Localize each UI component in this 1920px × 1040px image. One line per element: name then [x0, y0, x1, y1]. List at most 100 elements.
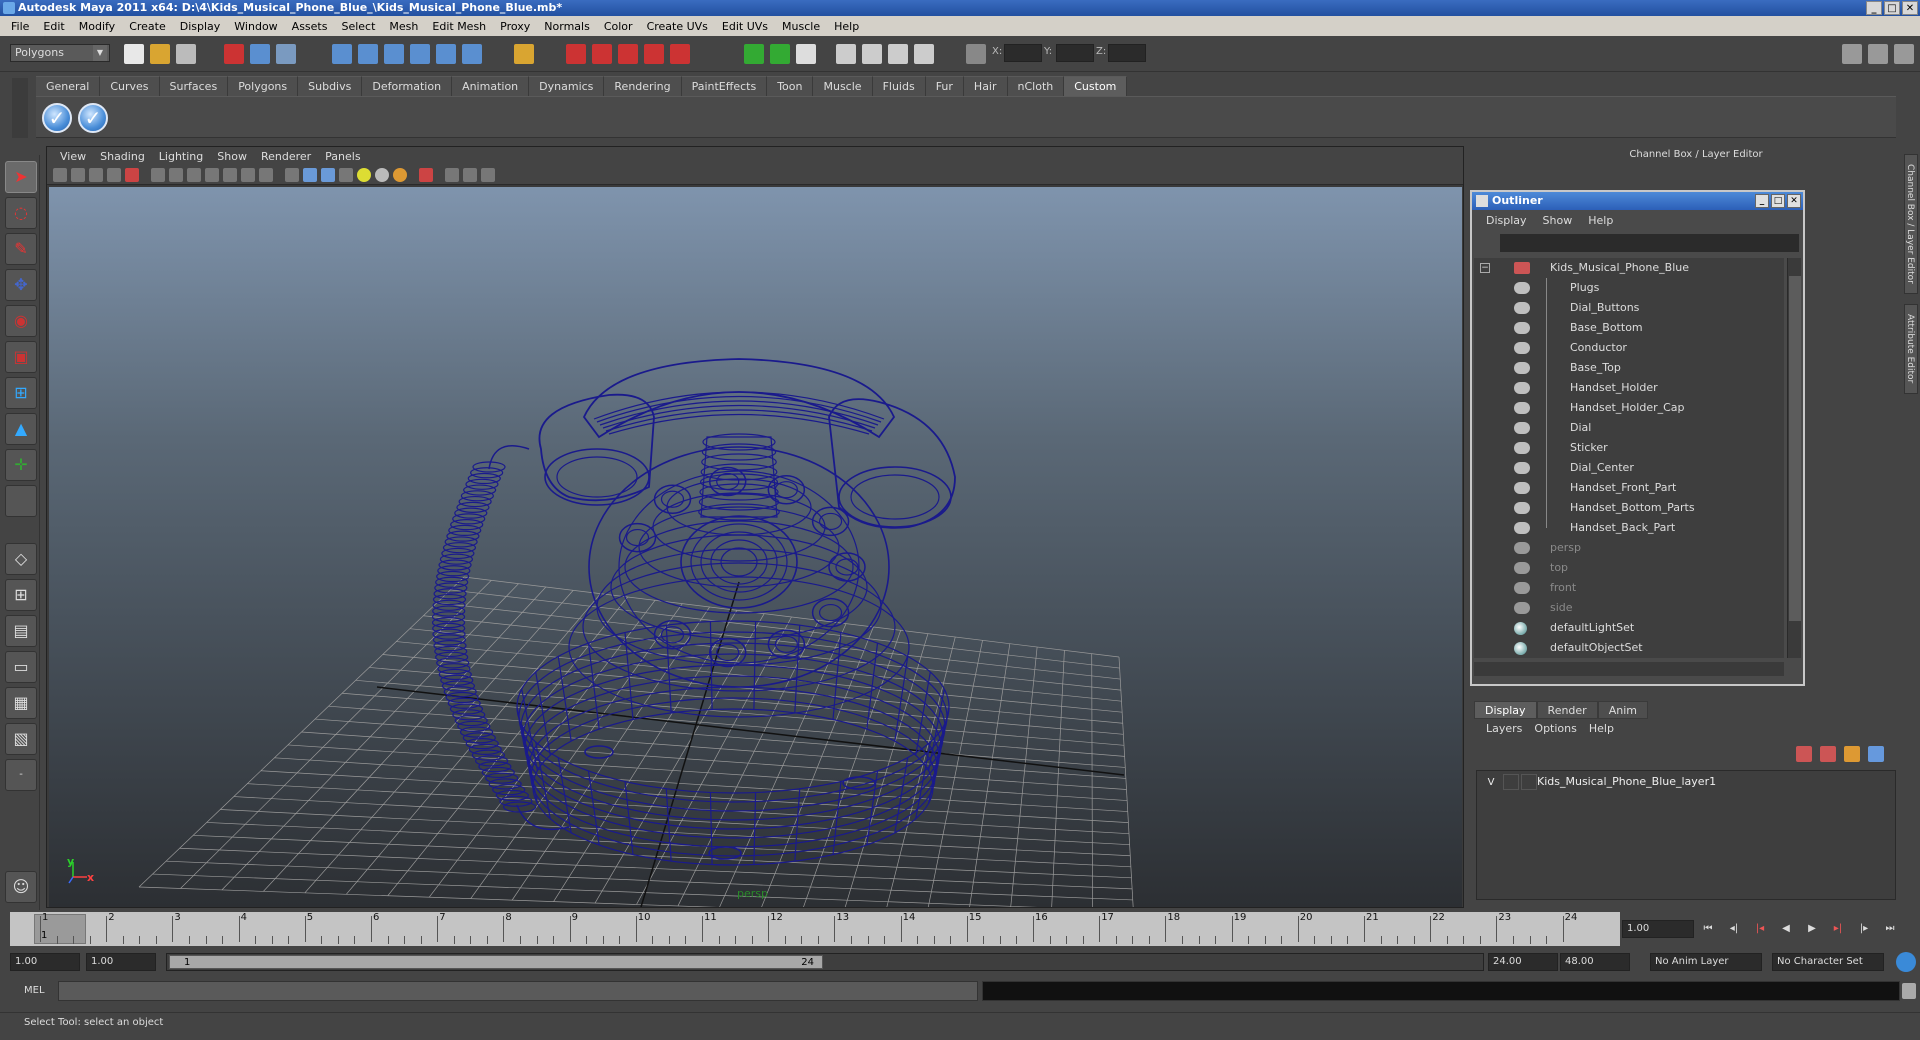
checkmark-icon[interactable]: ✓ [78, 103, 108, 133]
script-icon[interactable] [888, 44, 908, 64]
outliner-menu-help[interactable]: Help [1580, 214, 1621, 227]
menu-display[interactable]: Display [173, 20, 228, 33]
outliner-child-item[interactable]: Handset_Bottom_Parts [1474, 498, 1784, 518]
persp-graph-layout-icon[interactable]: ▭ [5, 651, 37, 683]
script-language-label[interactable]: MEL [10, 983, 56, 999]
layer-row[interactable]: V Kids_Musical_Phone_Blue_layer1 [1477, 773, 1895, 791]
checkmark-icon[interactable]: ✓ [42, 103, 72, 133]
menu-proxy[interactable]: Proxy [493, 20, 537, 33]
scale-tool-icon[interactable]: ▣ [5, 341, 37, 373]
xray-icon[interactable] [445, 168, 459, 182]
move-layer-down-icon[interactable] [1820, 746, 1836, 762]
new-layer-from-selection-icon[interactable] [1868, 746, 1884, 762]
outliner-scrollbar[interactable] [1787, 258, 1801, 658]
outliner-child-item[interactable]: Conductor [1474, 338, 1784, 358]
auto-key-icon[interactable] [1896, 952, 1916, 972]
select-by-hierarchy-icon[interactable] [224, 44, 244, 64]
snap-plane-icon[interactable] [410, 44, 430, 64]
time-slider[interactable]: 1 1 2 3 4 5 6 7 8 9 10 11 12 13 14 15 16 17 18 19 20 21 22 23 24 [10, 912, 1620, 946]
anim-layer-dropdown[interactable]: No Anim Layer [1650, 953, 1762, 971]
last-tool-icon[interactable] [5, 485, 37, 517]
shelf-tab-deformation[interactable]: Deformation [362, 76, 453, 96]
graph-icon[interactable] [862, 44, 882, 64]
grease-pencil-icon[interactable] [125, 168, 139, 182]
render-frame-icon[interactable] [592, 44, 612, 64]
wireframe-on-shaded-icon[interactable] [321, 168, 335, 182]
range-slider[interactable]: 1 24 [166, 953, 1484, 971]
more-layouts-icon[interactable]: - [5, 759, 37, 791]
textured-icon[interactable] [339, 168, 353, 182]
outliner-camera-item[interactable]: side [1474, 598, 1784, 618]
menu-mesh[interactable]: Mesh [382, 20, 425, 33]
range-slider-handle[interactable]: 1 24 [169, 955, 823, 969]
perspective-viewport[interactable]: y x persp [49, 187, 1462, 907]
shelf-tab-surfaces[interactable]: Surfaces [159, 76, 229, 96]
soft-modification-icon[interactable]: ▲ [5, 413, 37, 445]
make-live-icon[interactable] [436, 44, 456, 64]
shelf-tab-dynamics[interactable]: Dynamics [529, 76, 605, 96]
ipr-render-icon[interactable] [618, 44, 638, 64]
viewport-menu-view[interactable]: View [53, 150, 93, 163]
select-by-component-icon[interactable] [276, 44, 296, 64]
side-tab-channel-box[interactable]: Channel Box / Layer Editor [1904, 154, 1918, 294]
transform-mode-icon[interactable] [966, 44, 986, 64]
step-forward-frame-icon[interactable]: ▸| [1830, 922, 1846, 936]
shelf-tab-polygons[interactable]: Polygons [228, 76, 299, 96]
menu-set-dropdown[interactable]: Polygons ▼ [10, 44, 110, 62]
lasso-tool-icon[interactable]: ◌ [5, 197, 37, 229]
safe-action-icon[interactable] [241, 168, 255, 182]
outliner-set-item[interactable]: defaultObjectSet [1474, 638, 1784, 658]
open-scene-icon[interactable] [150, 44, 170, 64]
save-scene-icon[interactable] [176, 44, 196, 64]
menu-normals[interactable]: Normals [537, 20, 597, 33]
layer-tab-render[interactable]: Render [1536, 701, 1598, 719]
gate-mask-icon[interactable] [205, 168, 219, 182]
playback-start-field[interactable]: 1.00 [86, 953, 156, 971]
outliner-child-item[interactable]: Handset_Front_Part [1474, 478, 1784, 498]
film-gate-icon[interactable] [169, 168, 183, 182]
viewport-menu-lighting[interactable]: Lighting [152, 150, 210, 163]
hypergraph-icon[interactable] [914, 44, 934, 64]
image-plane-icon[interactable] [107, 168, 121, 182]
shelf-tab-hair[interactable]: Hair [963, 76, 1008, 96]
xray-components-icon[interactable] [481, 168, 495, 182]
rotate-tool-icon[interactable]: ◉ [5, 305, 37, 337]
outliner-menu-show[interactable]: Show [1535, 214, 1581, 227]
smooth-shade-icon[interactable] [303, 168, 317, 182]
menu-color[interactable]: Color [597, 20, 640, 33]
outliner-child-item[interactable]: Handset_Holder [1474, 378, 1784, 398]
isolate-select-icon[interactable] [419, 168, 433, 182]
resolution-gate-icon[interactable] [187, 168, 201, 182]
menu-edit-mesh[interactable]: Edit Mesh [425, 20, 493, 33]
select-by-object-icon[interactable] [250, 44, 270, 64]
menu-muscle[interactable]: Muscle [775, 20, 827, 33]
layer-tab-anim[interactable]: Anim [1597, 701, 1648, 719]
coord-x-field[interactable] [1004, 44, 1042, 62]
field-chart-icon[interactable] [223, 168, 237, 182]
viewport-menu-shading[interactable]: Shading [93, 150, 152, 163]
viewport-menu-panels[interactable]: Panels [318, 150, 367, 163]
snap-curve-icon[interactable] [358, 44, 378, 64]
menu-create-uvs[interactable]: Create UVs [640, 20, 715, 33]
side-tab-attribute-editor[interactable]: Attribute Editor [1904, 304, 1918, 394]
outliner-child-item[interactable]: Dial [1474, 418, 1784, 438]
outliner-child-item[interactable]: Base_Bottom [1474, 318, 1784, 338]
maximize-button[interactable]: □ [1884, 1, 1900, 15]
go-to-start-icon[interactable]: ⏮ [1700, 922, 1716, 936]
shelf-tab-subdivs[interactable]: Subdivs [298, 76, 363, 96]
outliner-maximize-button[interactable]: □ [1771, 194, 1785, 208]
menu-create[interactable]: Create [122, 20, 173, 33]
shelf-tab-custom[interactable]: Custom [1064, 76, 1128, 96]
snap-view-icon[interactable] [462, 44, 482, 64]
hypershade-icon[interactable] [670, 44, 690, 64]
show-channel-box-icon[interactable] [1894, 44, 1914, 64]
viewport-menu-show[interactable]: Show [210, 150, 254, 163]
character-set-dropdown[interactable]: No Character Set [1772, 953, 1884, 971]
show-attribute-editor-icon[interactable] [1842, 44, 1862, 64]
use-default-light-icon[interactable] [357, 168, 371, 182]
show-tool-settings-icon[interactable] [1868, 44, 1888, 64]
shelf-tab-fluids[interactable]: Fluids [872, 76, 926, 96]
command-input[interactable] [58, 981, 978, 1001]
go-to-end-icon[interactable]: ⏭ [1882, 922, 1898, 936]
move-tool-icon[interactable]: ✥ [5, 269, 37, 301]
